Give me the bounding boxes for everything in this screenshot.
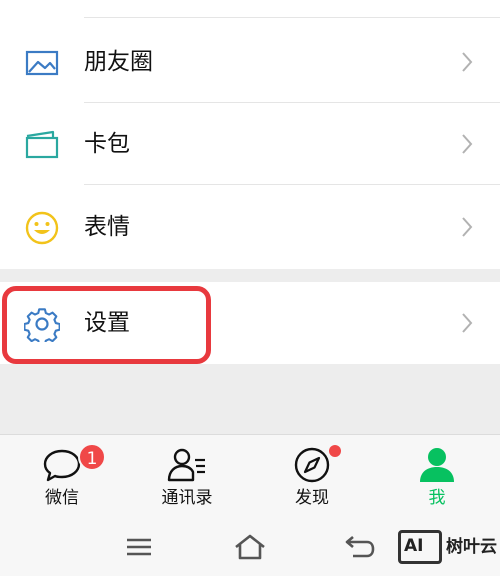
person-icon bbox=[420, 448, 454, 482]
bottom-tab-bar: 1 微信 通讯录 发现 我 bbox=[0, 434, 500, 520]
tab-discover[interactable]: 发现 bbox=[257, 435, 367, 521]
menu-group-top: 朋友圈 卡包 表情 bbox=[0, 0, 500, 269]
menu-item-settings[interactable]: 设置 bbox=[0, 282, 500, 364]
watermark-logo: AI 树叶云 bbox=[396, 528, 500, 568]
smiley-face-icon bbox=[25, 211, 59, 245]
new-content-dot bbox=[329, 445, 341, 457]
menu-item-stickers[interactable]: 表情 bbox=[0, 186, 500, 268]
menu-item-label: 朋友圈 bbox=[84, 49, 153, 75]
chevron-right-icon bbox=[462, 134, 473, 154]
home-icon[interactable] bbox=[233, 532, 267, 562]
chevron-right-icon bbox=[462, 217, 473, 237]
menu-item-label: 卡包 bbox=[84, 131, 130, 157]
moments-picture-icon bbox=[25, 50, 59, 76]
tab-label: 我 bbox=[428, 488, 446, 508]
tab-chats[interactable]: 1 微信 bbox=[7, 435, 117, 521]
unread-badge: 1 bbox=[78, 443, 106, 471]
settings-label: 设置 bbox=[84, 310, 130, 336]
tab-label: 通讯录 bbox=[161, 488, 213, 508]
tab-label: 微信 bbox=[45, 488, 79, 508]
back-icon[interactable] bbox=[343, 532, 377, 562]
chat-bubble-icon bbox=[43, 449, 81, 482]
menu-item-moments[interactable]: 朋友圈 bbox=[0, 21, 500, 103]
menu-item-label: 表情 bbox=[84, 214, 130, 240]
menu-icon[interactable] bbox=[122, 532, 156, 562]
gear-icon bbox=[24, 308, 60, 342]
compass-icon bbox=[294, 447, 330, 483]
divider bbox=[84, 17, 500, 18]
contacts-icon bbox=[167, 448, 205, 482]
chevron-right-icon bbox=[462, 313, 473, 333]
menu-item-card-wallet[interactable]: 卡包 bbox=[0, 103, 500, 185]
tab-contacts[interactable]: 通讯录 bbox=[132, 435, 242, 521]
watermark-ai-box: AI bbox=[398, 530, 442, 564]
divider bbox=[84, 184, 500, 185]
card-wallet-icon bbox=[25, 130, 59, 159]
tab-me[interactable]: 我 bbox=[382, 435, 492, 521]
tab-label: 发现 bbox=[295, 488, 329, 508]
watermark-text: 树叶云 bbox=[446, 537, 497, 557]
chevron-right-icon bbox=[462, 52, 473, 72]
